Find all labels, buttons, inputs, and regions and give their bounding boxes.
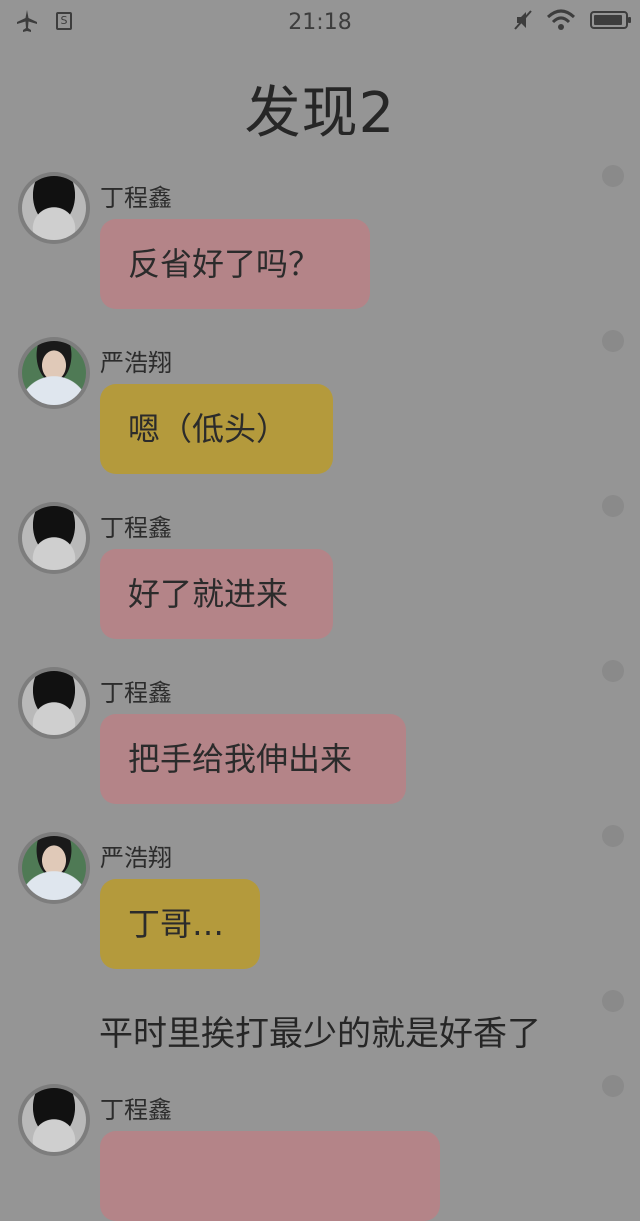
narration-text: 平时里挨打最少的就是好香了 — [99, 1014, 541, 1054]
message-bubble[interactable]: 好了就进来 — [100, 549, 333, 639]
page-title: 发现2 — [244, 81, 396, 146]
status-dot — [602, 495, 624, 517]
avatar[interactable] — [18, 337, 90, 409]
sender-name: 严浩翔 — [100, 844, 172, 872]
sender-name: 丁程鑫 — [100, 1096, 172, 1124]
status-dot — [602, 1075, 624, 1097]
avatar[interactable] — [18, 172, 90, 244]
battery-icon — [590, 11, 631, 29]
message-bubble[interactable] — [100, 1131, 440, 1221]
status-dot — [602, 660, 624, 682]
avatar[interactable] — [18, 667, 90, 739]
muted-icon — [514, 10, 532, 30]
status-dot — [602, 825, 624, 847]
sender-name: 丁程鑫 — [100, 184, 172, 212]
avatar[interactable] — [18, 1084, 90, 1156]
message-bubble[interactable]: 丁哥… — [100, 879, 260, 969]
status-dot — [602, 165, 624, 187]
status-dot — [602, 330, 624, 352]
status-bar: S 21:18 — [0, 0, 640, 44]
status-right-icons — [514, 9, 631, 31]
wifi-icon — [546, 9, 576, 30]
message-bubble[interactable]: 把手给我伸出来 — [100, 714, 406, 804]
sender-name: 严浩翔 — [100, 349, 172, 377]
message-bubble[interactable]: 嗯（低头） — [100, 384, 333, 474]
message-bubble[interactable]: 反省好了吗？ — [100, 219, 370, 309]
sender-name: 丁程鑫 — [100, 679, 172, 707]
sender-name: 丁程鑫 — [100, 514, 172, 542]
avatar[interactable] — [18, 502, 90, 574]
avatar[interactable] — [18, 832, 90, 904]
status-dot — [602, 990, 624, 1012]
